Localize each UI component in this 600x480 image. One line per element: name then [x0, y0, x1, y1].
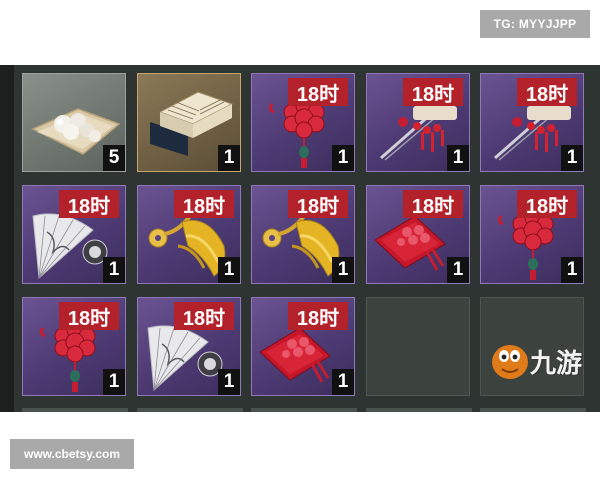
quantity-badge: 1 [218, 369, 240, 395]
inventory-slot-folding-fan[interactable]: 18时 1 [137, 297, 241, 396]
inventory-slot-hairpin[interactable]: 18时 1 [366, 73, 470, 172]
inventory-slot-chinese-knot[interactable]: 18时 1 [22, 297, 126, 396]
inventory-slot-folding-fan[interactable]: 18时 1 [22, 185, 126, 284]
inventory-slot-book[interactable]: 1 [137, 73, 241, 172]
inventory-slot-hairpin[interactable]: 18时 1 [480, 73, 584, 172]
expiry-timer-badge: 18时 [59, 190, 119, 218]
panel-left-bar [0, 65, 14, 412]
expiry-timer-badge: 18时 [517, 190, 577, 218]
next-row-hint [366, 408, 472, 412]
quantity-badge: 5 [103, 145, 125, 171]
expiry-timer-badge: 18时 [174, 190, 234, 218]
inventory-slot-chinese-knot[interactable]: 18时 1 [480, 185, 584, 284]
empty-slot[interactable] [366, 297, 470, 396]
expiry-timer-badge: 18时 [59, 302, 119, 330]
inventory-slot-pearls[interactable]: 5 [22, 73, 126, 172]
quantity-badge: 1 [103, 257, 125, 283]
inventory-slot-gold-tassel[interactable]: 18时 1 [137, 185, 241, 284]
quantity-badge: 1 [103, 369, 125, 395]
next-row-hint [137, 408, 243, 412]
next-row-hint [251, 408, 357, 412]
expiry-timer-badge: 18时 [403, 190, 463, 218]
inventory-slot-red-pouch[interactable]: 18时 1 [366, 185, 470, 284]
quantity-badge: 1 [561, 257, 583, 283]
quantity-badge: 1 [561, 145, 583, 171]
jiuyou-brand-text: 九游 [530, 348, 583, 378]
expiry-timer-badge: 18时 [174, 302, 234, 330]
next-row-hint [22, 408, 128, 412]
expiry-timer-badge: 18时 [288, 190, 348, 218]
quantity-badge: 1 [332, 145, 354, 171]
quantity-badge: 1 [447, 145, 469, 171]
quantity-badge: 1 [447, 257, 469, 283]
inventory-slot-chinese-knot[interactable]: 18时 1 [251, 73, 355, 172]
inventory-slot-gold-tassel[interactable]: 18时 1 [251, 185, 355, 284]
expiry-timer-badge: 18时 [403, 78, 463, 106]
quantity-badge: 1 [332, 257, 354, 283]
quantity-badge: 1 [218, 145, 240, 171]
inventory-slot-red-pouch[interactable]: 18时 1 [251, 297, 355, 396]
tg-watermark: TG: MYYJJPP [480, 10, 590, 38]
expiry-timer-badge: 18时 [288, 302, 348, 330]
quantity-badge: 1 [332, 369, 354, 395]
expiry-timer-badge: 18时 [288, 78, 348, 106]
next-row-hint [480, 408, 586, 412]
expiry-timer-badge: 18时 [517, 78, 577, 106]
site-watermark: www.cbetsy.com [10, 439, 134, 469]
quantity-badge: 1 [218, 257, 240, 283]
